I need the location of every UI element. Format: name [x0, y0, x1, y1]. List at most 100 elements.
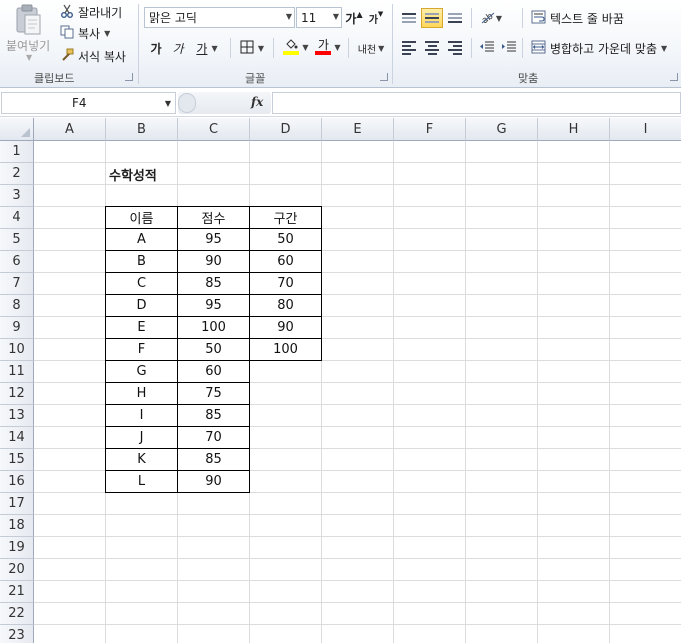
row-header-1[interactable]: 1 — [0, 141, 34, 163]
bin-cell[interactable]: 50 — [249, 228, 322, 251]
font-name-combo[interactable]: 맑은 고딕 ▼ — [144, 7, 295, 28]
score-cell[interactable]: 85 — [177, 404, 250, 427]
row-header-19[interactable]: 19 — [0, 537, 34, 559]
worksheet-grid[interactable]: ABCDEFGHI 1 2 3 4 5 6 7 8 9 10 11 12 13 14 15 16 17 18 19 2… — [0, 118, 681, 643]
increase-indent-button[interactable] — [499, 38, 519, 58]
row-header-17[interactable]: 17 — [0, 493, 34, 515]
bold-button[interactable]: 가 — [146, 38, 166, 58]
dialog-launcher-icon[interactable] — [380, 73, 388, 81]
chevron-down-icon[interactable]: ▼ — [378, 44, 384, 53]
chevron-down-icon[interactable]: ▼ — [333, 12, 339, 21]
dialog-launcher-icon[interactable] — [125, 73, 133, 81]
bin-cell[interactable]: 70 — [249, 272, 322, 295]
bin-cell[interactable]: 80 — [249, 294, 322, 317]
row-header-5[interactable]: 5 — [0, 229, 34, 251]
align-center-button[interactable] — [421, 38, 443, 58]
score-cell[interactable]: 50 — [177, 338, 250, 361]
bin-cell[interactable]: 100 — [249, 338, 322, 361]
row-header-21[interactable]: 21 — [0, 581, 34, 603]
row-header-20[interactable]: 20 — [0, 559, 34, 581]
chevron-down-icon[interactable]: ▼ — [165, 99, 171, 108]
score-cell[interactable]: 95 — [177, 228, 250, 251]
column-header-c[interactable]: C — [178, 118, 250, 141]
chevron-down-icon[interactable]: ▼ — [661, 44, 667, 53]
name-cell[interactable]: H — [105, 382, 178, 405]
fill-color-button[interactable]: ▼ — [280, 37, 312, 57]
name-cell[interactable]: J — [105, 426, 178, 449]
score-cell[interactable]: 85 — [177, 272, 250, 295]
select-all-button[interactable] — [0, 118, 34, 141]
table-header-cell[interactable]: 점수 — [177, 206, 250, 229]
merge-center-button[interactable]: 병합하고 가운데 맞춤 ▼ — [531, 39, 667, 57]
name-cell[interactable]: L — [105, 470, 178, 493]
italic-button[interactable]: 가 — [168, 38, 188, 58]
name-box[interactable]: F4 ▼ — [1, 92, 176, 114]
chevron-down-icon[interactable]: ▼ — [496, 14, 502, 23]
bin-cell[interactable]: 60 — [249, 250, 322, 273]
row-header-11[interactable]: 11 — [0, 361, 34, 383]
chevron-down-icon[interactable]: ▼ — [258, 44, 264, 53]
name-cell[interactable]: D — [105, 294, 178, 317]
chevron-down-icon[interactable]: ▼ — [26, 53, 32, 62]
dialog-launcher-icon[interactable] — [670, 73, 678, 81]
name-cell[interactable]: B — [105, 250, 178, 273]
row-header-18[interactable]: 18 — [0, 515, 34, 537]
splitter-handle[interactable] — [178, 93, 196, 113]
score-cell[interactable]: 90 — [177, 470, 250, 493]
table-header-cell[interactable]: 이름 — [105, 206, 178, 229]
column-header-e[interactable]: E — [322, 118, 394, 141]
font-color-button[interactable]: 가 ▼ — [313, 37, 343, 57]
sheet-title-cell[interactable]: 수학성적 — [107, 163, 157, 185]
name-cell[interactable]: F — [105, 338, 178, 361]
shrink-font-button[interactable]: 가 ▼ — [367, 8, 385, 28]
paste-button[interactable]: 붙여넣기 — [6, 37, 50, 54]
row-header-14[interactable]: 14 — [0, 427, 34, 449]
score-cell[interactable]: 75 — [177, 382, 250, 405]
bin-cell[interactable]: 90 — [249, 316, 322, 339]
chevron-down-icon[interactable]: ▼ — [286, 12, 292, 21]
column-header-a[interactable]: A — [34, 118, 106, 141]
column-header-f[interactable]: F — [394, 118, 466, 141]
column-header-i[interactable]: I — [610, 118, 681, 141]
wrap-text-button[interactable]: 텍스트 줄 바꿈 — [531, 9, 624, 27]
score-cell[interactable]: 85 — [177, 448, 250, 471]
cut-button[interactable]: 잘라내기 — [60, 3, 122, 21]
row-header-12[interactable]: 12 — [0, 383, 34, 405]
row-header-3[interactable]: 3 — [0, 185, 34, 207]
score-cell[interactable]: 60 — [177, 360, 250, 383]
align-top-button[interactable] — [398, 8, 420, 28]
name-cell[interactable]: I — [105, 404, 178, 427]
decrease-indent-button[interactable] — [477, 38, 497, 58]
borders-button[interactable]: ▼ — [236, 38, 268, 58]
chevron-down-icon[interactable]: ▼ — [104, 29, 110, 38]
score-cell[interactable]: 70 — [177, 426, 250, 449]
row-header-23[interactable]: 23 — [0, 625, 34, 643]
row-header-2[interactable]: 2 — [0, 163, 34, 185]
row-header-15[interactable]: 15 — [0, 449, 34, 471]
score-cell[interactable]: 100 — [177, 316, 250, 339]
grow-font-button[interactable]: 가 ▲ — [345, 8, 363, 28]
name-cell[interactable]: G — [105, 360, 178, 383]
phonetic-guide-button[interactable]: 내천 ▼ — [355, 38, 387, 58]
name-cell[interactable]: E — [105, 316, 178, 339]
score-cell[interactable]: 95 — [177, 294, 250, 317]
row-header-16[interactable]: 16 — [0, 471, 34, 493]
format-painter-button[interactable]: 서식 복사 — [60, 47, 126, 65]
align-left-button[interactable] — [398, 38, 420, 58]
chevron-down-icon[interactable]: ▼ — [334, 43, 340, 52]
formula-input[interactable] — [272, 92, 681, 114]
column-header-d[interactable]: D — [250, 118, 322, 141]
align-right-button[interactable] — [444, 38, 466, 58]
name-cell[interactable]: A — [105, 228, 178, 251]
table-header-cell[interactable]: 구간 — [249, 206, 322, 229]
score-cell[interactable]: 90 — [177, 250, 250, 273]
row-header-9[interactable]: 9 — [0, 317, 34, 339]
name-cell[interactable]: C — [105, 272, 178, 295]
row-header-7[interactable]: 7 — [0, 273, 34, 295]
align-middle-button[interactable] — [421, 8, 443, 28]
row-header-6[interactable]: 6 — [0, 251, 34, 273]
copy-button[interactable]: 복사 ▼ — [60, 24, 110, 42]
font-size-combo[interactable]: 11 ▼ — [296, 7, 342, 28]
align-bottom-button[interactable] — [444, 8, 466, 28]
row-header-10[interactable]: 10 — [0, 339, 34, 361]
